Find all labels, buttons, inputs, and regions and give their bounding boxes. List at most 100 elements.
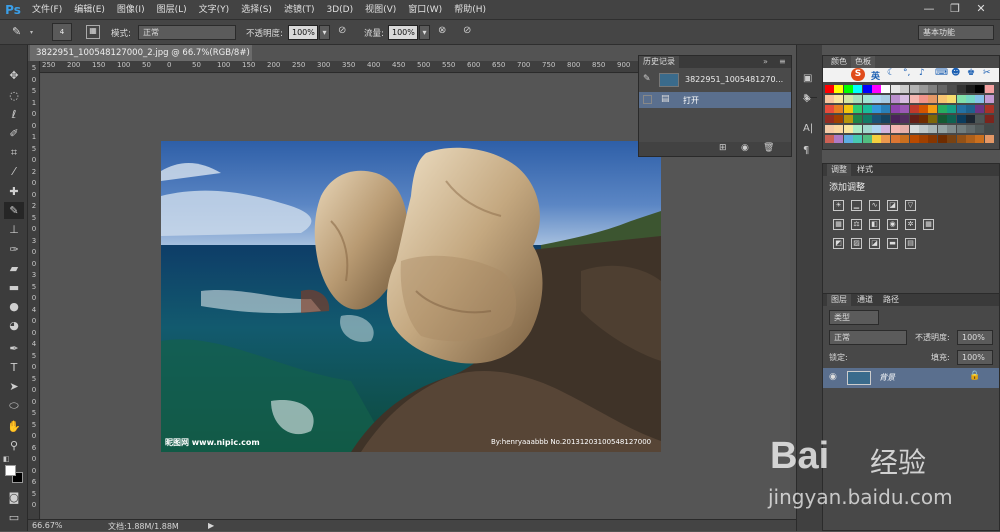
fill-input[interactable]: 100%: [957, 350, 993, 365]
menu-select[interactable]: 选择(S): [235, 0, 278, 20]
color-swatch[interactable]: [928, 85, 938, 93]
color-swatch[interactable]: [984, 135, 994, 143]
color-swatch[interactable]: [853, 135, 863, 143]
crop-tool-icon[interactable]: ⌗: [4, 144, 24, 161]
color-swatch[interactable]: [984, 125, 994, 133]
tab-adjustments[interactable]: 调整: [827, 164, 851, 176]
color-swatch[interactable]: [900, 135, 910, 143]
color-swatch[interactable]: [881, 125, 891, 133]
history-snapshot[interactable]: ✎ 3822951_1005481270...: [639, 70, 791, 90]
color-swatch[interactable]: [862, 125, 872, 133]
color-swatch[interactable]: [834, 95, 844, 103]
character-panel-icon[interactable]: A|: [803, 123, 813, 134]
color-balance-icon[interactable]: ⚖: [851, 219, 862, 230]
color-swatch[interactable]: [890, 115, 900, 123]
color-swatch[interactable]: [966, 95, 975, 103]
color-swatch[interactable]: [947, 85, 957, 93]
color-swatch[interactable]: [984, 115, 994, 123]
vibrance-icon[interactable]: ▽: [905, 200, 916, 211]
flow-input[interactable]: 100%: [388, 25, 418, 40]
brush-size-picker[interactable]: 4: [52, 23, 72, 41]
brightness-icon[interactable]: ☀: [833, 200, 844, 211]
color-swatch[interactable]: [825, 115, 834, 123]
color-swatch[interactable]: [937, 115, 947, 123]
tools-icon[interactable]: ✂: [983, 68, 991, 78]
history-tab[interactable]: 历史记录: [639, 56, 679, 68]
layer-row-background[interactable]: ◉ 背景 🔒: [823, 368, 999, 388]
color-swatch[interactable]: [966, 85, 975, 93]
color-swatch[interactable]: [919, 95, 928, 103]
quick-mask-icon[interactable]: ◙: [4, 489, 24, 506]
color-swatch[interactable]: [956, 85, 966, 93]
color-swatch[interactable]: [975, 105, 985, 113]
color-swatch[interactable]: [825, 135, 834, 143]
color-swatch[interactable]: [984, 85, 994, 93]
color-swatch[interactable]: [853, 95, 863, 103]
color-swatch[interactable]: [862, 115, 872, 123]
document-tab[interactable]: 3822951_100548127000_2.jpg @ 66.7%(RGB/8…: [30, 45, 252, 61]
color-swatch[interactable]: [872, 85, 881, 93]
layer-opacity-input[interactable]: 100%: [957, 330, 993, 345]
channel-mixer-icon[interactable]: ✲: [905, 219, 916, 230]
shape-tool-icon[interactable]: ⬭: [4, 397, 24, 414]
curves-icon[interactable]: ∿: [869, 200, 880, 211]
color-swatch[interactable]: [881, 95, 891, 103]
brush-source-icon[interactable]: ✎: [643, 74, 651, 84]
color-swatch[interactable]: [909, 135, 919, 143]
restore-button[interactable]: ❐: [946, 2, 964, 16]
color-swatch[interactable]: [843, 115, 853, 123]
color-swatch[interactable]: [975, 95, 985, 103]
color-swatch[interactable]: [872, 95, 881, 103]
color-swatch[interactable]: [966, 125, 975, 133]
trash-icon[interactable]: 🗑: [763, 143, 774, 153]
layer-filter-select[interactable]: 类型: [829, 310, 879, 325]
moon-icon[interactable]: ☾: [887, 68, 895, 78]
color-swatch[interactable]: [890, 95, 900, 103]
color-swatch[interactable]: [834, 105, 844, 113]
menu-image[interactable]: 图像(I): [111, 0, 151, 20]
swatch-grid[interactable]: [825, 85, 995, 145]
quick-select-tool-icon[interactable]: ✐: [4, 125, 24, 142]
color-swatch[interactable]: [900, 115, 910, 123]
workspace-select[interactable]: 基本功能: [918, 25, 994, 40]
color-swatch[interactable]: [825, 95, 834, 103]
color-swatch[interactable]: [956, 135, 966, 143]
color-swatch[interactable]: [890, 85, 900, 93]
color-swatch[interactable]: [862, 105, 872, 113]
color-swatch[interactable]: [947, 105, 957, 113]
close-button[interactable]: ✕: [972, 2, 990, 16]
color-swatch[interactable]: [975, 125, 985, 133]
color-swatch[interactable]: [853, 85, 863, 93]
color-swatch[interactable]: [843, 125, 853, 133]
default-colors-icon[interactable]: ◧: [3, 455, 11, 463]
menu-edit[interactable]: 编辑(E): [68, 0, 111, 20]
color-swatch[interactable]: [900, 95, 910, 103]
tab-channels[interactable]: 通道: [853, 294, 877, 306]
menu-3d[interactable]: 3D(D): [320, 0, 359, 20]
exposure-icon[interactable]: ◪: [887, 200, 898, 211]
color-swatch[interactable]: [900, 85, 910, 93]
color-swatch[interactable]: [853, 125, 863, 133]
pressure-opacity-icon[interactable]: ⊘: [338, 25, 352, 39]
color-swatch[interactable]: [881, 135, 891, 143]
properties-icon[interactable]: ◈: [803, 93, 811, 104]
gradient-tool-icon[interactable]: ▬: [4, 279, 24, 296]
zoom-tool-icon[interactable]: ⚲: [4, 437, 24, 454]
color-swatch[interactable]: [853, 105, 863, 113]
color-swatch[interactable]: [909, 125, 919, 133]
hue-saturation-icon[interactable]: ▦: [833, 219, 844, 230]
color-swatch[interactable]: [928, 125, 938, 133]
keyboard-icon[interactable]: ⌨: [935, 68, 948, 78]
move-tool-icon[interactable]: ✥: [4, 67, 24, 84]
paragraph-panel-icon[interactable]: ¶: [803, 145, 809, 156]
color-swatch[interactable]: [909, 105, 919, 113]
color-swatch[interactable]: [825, 105, 834, 113]
invert-icon[interactable]: ◩: [833, 238, 844, 249]
color-swatch[interactable]: [834, 125, 844, 133]
color-swatch[interactable]: [881, 105, 891, 113]
color-swatch[interactable]: [843, 85, 853, 93]
eraser-tool-icon[interactable]: ▰: [4, 260, 24, 277]
color-swatch[interactable]: [919, 85, 928, 93]
color-swatch[interactable]: [928, 95, 938, 103]
panel-menu-icon[interactable]: ≡: [779, 57, 786, 66]
